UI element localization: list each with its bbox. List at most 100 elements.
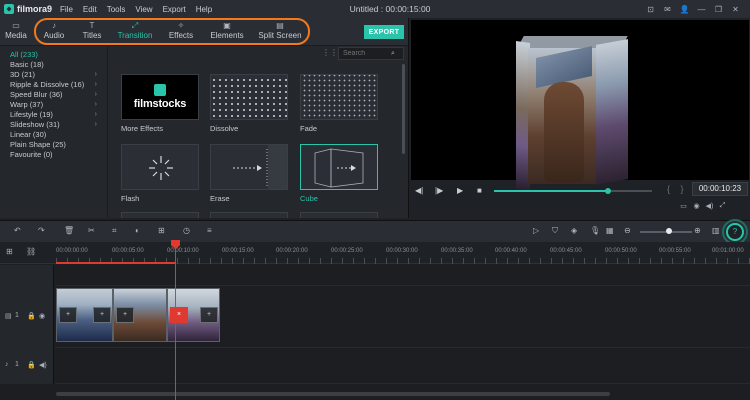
color-icon[interactable]: ◐ xyxy=(135,226,140,235)
maximize-button[interactable]: ❐ xyxy=(710,5,727,14)
transition-label: Fade xyxy=(300,124,318,133)
flash-thumbnail xyxy=(121,144,199,190)
transition-marker-icon[interactable]: + xyxy=(59,307,77,323)
account-icon[interactable]: 👤 xyxy=(676,5,693,14)
speed-icon[interactable]: ◷ xyxy=(183,226,190,235)
play-icon[interactable]: ▶ xyxy=(457,186,463,195)
transition-marker-active-icon[interactable]: × xyxy=(170,307,188,323)
transition-erase[interactable]: Erase xyxy=(210,144,288,203)
camera-icon[interactable]: ◉ xyxy=(690,202,703,210)
category-slideshow[interactable]: Slideshow (31) › xyxy=(0,120,107,130)
category-warp[interactable]: Warp (37) › xyxy=(0,100,107,110)
tab-split-screen[interactable]: ▤ Split Screen xyxy=(258,21,302,40)
transition-row-3[interactable] xyxy=(300,212,378,218)
redo-icon[interactable]: ↷ xyxy=(38,226,45,235)
screen-icon[interactable]: ⊡ xyxy=(642,5,659,14)
category-3d[interactable]: 3D (21) › xyxy=(0,70,107,80)
timeline-scrollbar[interactable] xyxy=(56,392,610,396)
menu-help[interactable]: Help xyxy=(196,5,212,14)
microphone-icon[interactable]: 🎙 xyxy=(590,226,600,235)
help-button[interactable]: ? xyxy=(726,223,744,241)
export-button[interactable]: EXPORT xyxy=(364,25,404,39)
category-favourite[interactable]: Favourite (0) xyxy=(0,150,107,160)
transition-label: Flash xyxy=(121,194,140,203)
mask-icon[interactable]: ◈ xyxy=(571,226,577,235)
chevron-right-icon: › xyxy=(94,101,97,108)
mail-icon[interactable]: ✉ xyxy=(659,5,676,14)
cut-icon[interactable]: ✂ xyxy=(88,226,95,235)
category-speed-blur[interactable]: Speed Blur (36) › xyxy=(0,90,107,100)
tab-titles[interactable]: T Titles xyxy=(80,21,104,40)
tab-transition[interactable]: ⤢ Transition xyxy=(116,21,154,45)
transition-row-3[interactable] xyxy=(210,212,288,218)
lock-icon[interactable]: 🔒 xyxy=(27,361,36,369)
search-box: ⌕ xyxy=(338,47,404,60)
transition-dissolve[interactable]: Dissolve xyxy=(210,74,288,133)
category-ripple-dissolve[interactable]: Ripple & Dissolve (16) › xyxy=(0,80,107,90)
transition-cube[interactable]: Cube xyxy=(300,144,378,203)
category-linear[interactable]: Linear (30) xyxy=(0,130,107,140)
stop-icon[interactable]: ■ xyxy=(477,186,482,195)
zoom-handle[interactable] xyxy=(666,228,672,234)
tab-elements[interactable]: ▣ Elements xyxy=(208,21,246,40)
transition-flash[interactable]: Flash xyxy=(121,144,199,203)
marker-icon[interactable]: ⛉ xyxy=(552,226,558,236)
transition-row-3[interactable] xyxy=(121,212,199,218)
add-track-icon[interactable]: ⊞ xyxy=(6,247,13,256)
zoom-out-icon[interactable]: ⊖ xyxy=(624,226,631,235)
transition-grid: filmstocks More Effects Dissolve Fade Fl… xyxy=(110,62,406,218)
menu-view[interactable]: View xyxy=(135,5,152,14)
transition-more-effects[interactable]: filmstocks More Effects xyxy=(121,74,199,133)
timecode-display: 00:00:10:23 xyxy=(692,182,748,196)
render-icon[interactable]: ▷ xyxy=(533,226,539,235)
lock-icon[interactable]: 🔒 xyxy=(27,312,36,320)
grid-view-icon[interactable]: ⋮⋮ xyxy=(322,49,338,57)
playback-progress[interactable] xyxy=(494,188,652,194)
delete-icon[interactable]: 🗑 xyxy=(64,226,74,235)
adjust-icon[interactable]: ≡ xyxy=(207,226,212,235)
fullscreen-icon[interactable]: ⤢ xyxy=(716,202,729,210)
minimize-button[interactable]: — xyxy=(693,5,710,14)
playhead[interactable] xyxy=(175,242,176,400)
speaker-icon[interactable]: ◀) xyxy=(39,361,47,369)
menu-file[interactable]: File xyxy=(60,5,73,14)
step-back-icon[interactable]: |▶ xyxy=(435,186,443,195)
close-button[interactable]: ✕ xyxy=(727,5,744,14)
menu-tools[interactable]: Tools xyxy=(107,5,126,14)
category-lifestyle[interactable]: Lifestyle (19) › xyxy=(0,110,107,120)
search-input[interactable] xyxy=(339,50,391,57)
progress-handle[interactable] xyxy=(604,188,611,194)
tab-audio[interactable]: ♪ Audio xyxy=(42,21,66,40)
display-icon[interactable]: ▭ xyxy=(677,202,690,210)
transition-marker-icon[interactable]: + xyxy=(200,307,218,323)
search-icon[interactable]: ⌕ xyxy=(391,50,395,58)
green-screen-icon[interactable]: ⊞ xyxy=(158,226,165,235)
transition-marker-icon[interactable]: + xyxy=(116,307,134,323)
volume-icon[interactable]: ◀) xyxy=(703,202,716,210)
category-all[interactable]: All (233) xyxy=(0,50,107,60)
menu-export[interactable]: Export xyxy=(163,5,186,14)
transition-fade[interactable]: Fade xyxy=(300,74,378,133)
zoom-in-icon[interactable]: ⊕ xyxy=(694,226,701,235)
video-clip[interactable]: + xyxy=(113,288,167,342)
transition-marker-icon[interactable]: + xyxy=(93,307,111,323)
video-clip[interactable]: + + xyxy=(56,288,113,342)
ruler-label: 00:00:40:00 xyxy=(495,248,527,254)
prev-frame-icon[interactable]: ◀| xyxy=(415,186,423,195)
mark-in-out-icon[interactable]: { } xyxy=(667,184,688,194)
tab-media[interactable]: ▭ Media xyxy=(4,21,28,40)
undo-icon[interactable]: ↶ xyxy=(14,226,21,235)
eye-icon[interactable]: ◉ xyxy=(39,312,45,320)
library-toolbar: ⋮⋮ ⌕ xyxy=(110,46,408,62)
ruler-label: 00:00:20:00 xyxy=(276,248,308,254)
layout-icon[interactable]: ▥ xyxy=(712,226,720,235)
category-plain-shape[interactable]: Plain Shape (25) xyxy=(0,140,107,150)
tab-effects[interactable]: ✧ Effects xyxy=(166,21,196,40)
crop-icon[interactable]: ⌗ xyxy=(112,226,117,236)
library-scrollbar[interactable] xyxy=(402,64,405,154)
menu-edit[interactable]: Edit xyxy=(83,5,97,14)
link-icon[interactable]: ⛓ xyxy=(26,247,36,256)
category-basic[interactable]: Basic (18) xyxy=(0,60,107,70)
time-ruler[interactable]: ⊞ ⛓ 00:00:00:00 00:00:05:00 00:00:10:00 … xyxy=(0,242,750,264)
voiceover-icon[interactable]: ▦ xyxy=(606,226,614,235)
